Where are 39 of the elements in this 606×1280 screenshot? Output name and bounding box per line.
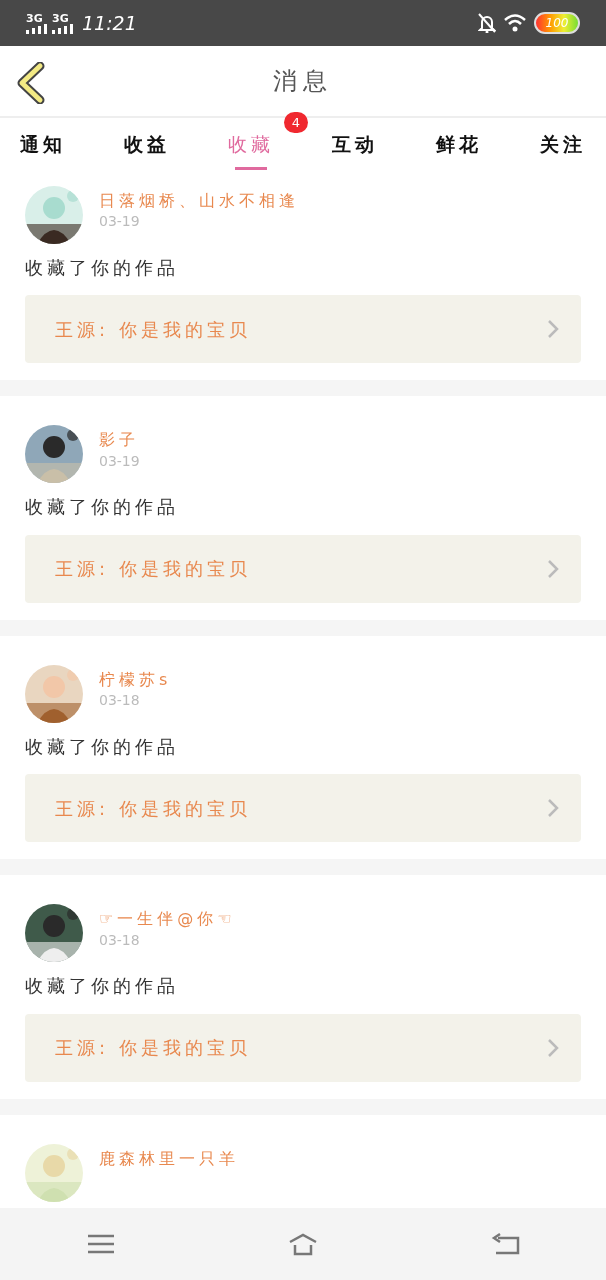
user-name: 柠檬苏s bbox=[99, 668, 172, 691]
user-name: 影子 bbox=[99, 429, 140, 452]
count-badge: 4 bbox=[283, 111, 308, 133]
page-title: 消息 bbox=[273, 66, 333, 97]
message-text: 收藏了你的作品 bbox=[25, 256, 180, 280]
user-name: ☞一生伴@你☜ bbox=[99, 908, 236, 931]
work-title: 王源: 你是我的宝贝 bbox=[55, 796, 251, 821]
tab[interactable]: 互动 bbox=[320, 121, 390, 170]
signal-icon bbox=[52, 23, 74, 34]
message-text: 收藏了你的作品 bbox=[25, 495, 180, 519]
network-type-label: 3G bbox=[26, 12, 44, 24]
clock-time: 11:21 bbox=[82, 10, 137, 36]
chevron-right-icon bbox=[547, 1037, 559, 1058]
signal-icon bbox=[26, 23, 48, 34]
tab[interactable]: 通知 bbox=[8, 121, 78, 170]
tab[interactable]: 收益 bbox=[112, 121, 182, 170]
message-date: 03-18 bbox=[99, 691, 141, 711]
message-date: 03-19 bbox=[99, 212, 141, 232]
message-text: 收藏了你的作品 bbox=[25, 734, 180, 759]
message-text: 收藏了你的作品 bbox=[25, 974, 180, 998]
chevron-right-icon bbox=[547, 558, 559, 579]
work-title: 王源: 你是我的宝贝 bbox=[55, 317, 251, 342]
chevron-right-icon bbox=[547, 798, 559, 819]
tab[interactable]: 关注 bbox=[528, 121, 598, 170]
battery-indicator: 100 bbox=[534, 12, 580, 34]
network-type-label: 3G bbox=[52, 12, 70, 24]
bell-off-icon bbox=[478, 13, 496, 33]
work-title: 王源: 你是我的宝贝 bbox=[55, 1036, 251, 1061]
message-date: 03-19 bbox=[99, 451, 140, 471]
menu-icon bbox=[86, 1232, 116, 1256]
back-icon bbox=[490, 1232, 520, 1256]
tab[interactable]: 鲜花 bbox=[424, 121, 494, 170]
home-icon bbox=[288, 1232, 318, 1256]
message-date: 03-18 bbox=[99, 930, 141, 950]
user-name: 鹿森林里一只羊 bbox=[99, 1147, 239, 1170]
user-name: 日落烟桥、山水不相逢 bbox=[99, 190, 299, 212]
work-title: 王源: 你是我的宝贝 bbox=[55, 557, 251, 582]
chevron-right-icon bbox=[547, 319, 559, 340]
wifi-icon bbox=[504, 14, 526, 32]
